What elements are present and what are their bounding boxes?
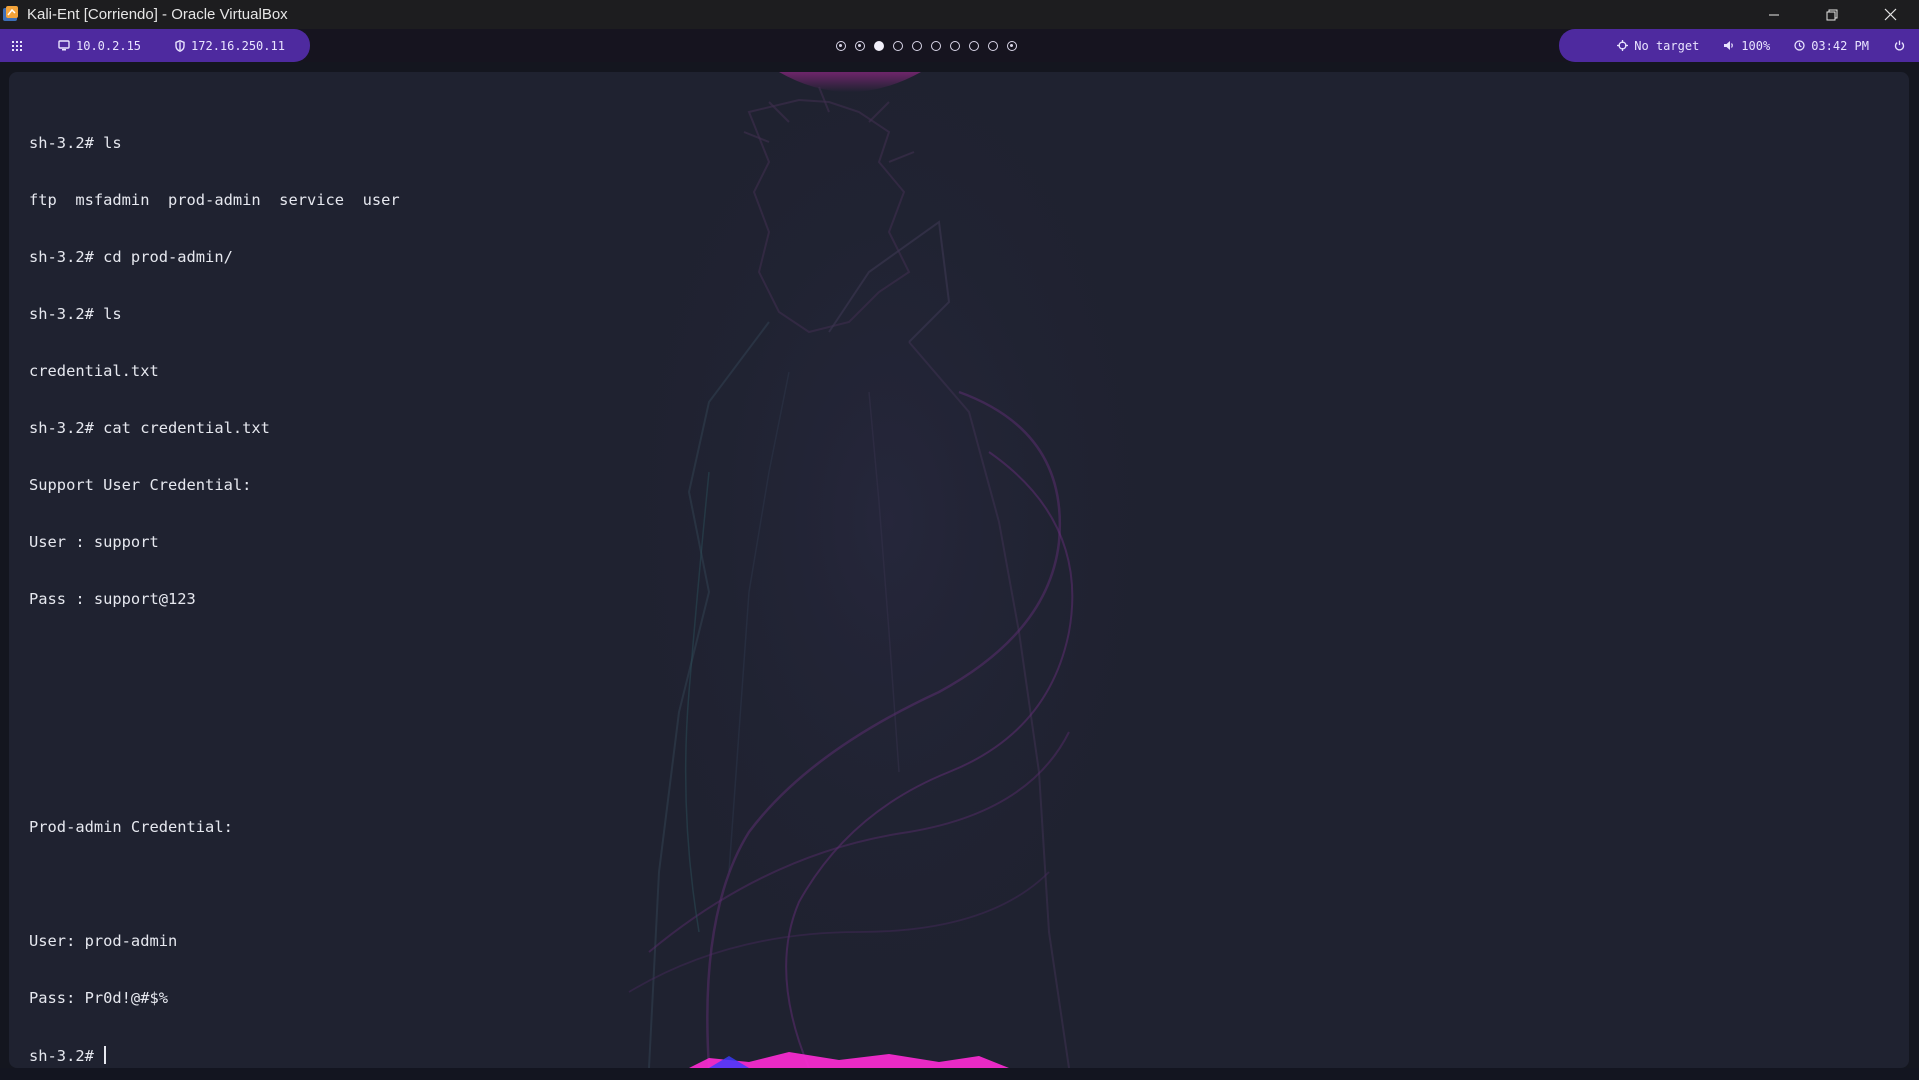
- local-ip-module: 10.0.2.15: [34, 29, 155, 62]
- target-status: No target: [1634, 38, 1700, 53]
- terminal-prompt: sh-3.2#: [29, 1047, 104, 1065]
- clock-icon: [1794, 40, 1805, 51]
- crosshair-icon: [1617, 40, 1629, 51]
- power-icon: [1894, 40, 1904, 51]
- minimize-button[interactable]: [1745, 0, 1803, 29]
- terminal-line: sh-3.2# ls: [29, 305, 122, 323]
- workspace-switcher: [836, 29, 1017, 62]
- terminal-output: sh-3.2# ls ftp msfadmin prod-admin servi…: [29, 96, 400, 1068]
- text-cursor: [104, 1046, 107, 1064]
- workspace-3-active[interactable]: [874, 40, 884, 51]
- power-button[interactable]: [1881, 29, 1919, 62]
- terminal-line: Support User Credential:: [29, 476, 252, 494]
- workspace-2[interactable]: [855, 40, 865, 51]
- window-titlebar: Kali-Ent [Corriendo] - Oracle VirtualBox: [0, 0, 1919, 29]
- terminal-line: User: prod-admin: [29, 932, 178, 950]
- workspace-9[interactable]: [988, 40, 998, 51]
- workspace-10[interactable]: [1007, 40, 1017, 51]
- terminal-line: User : support: [29, 533, 159, 551]
- workspace-5[interactable]: [912, 40, 922, 51]
- desktop-bottom-edge: [0, 1068, 1919, 1080]
- terminal-line: ftp msfadmin prod-admin service user: [29, 191, 400, 209]
- restore-button[interactable]: [1803, 0, 1861, 29]
- terminal-line: credential.txt: [29, 362, 159, 380]
- grid-icon: [12, 40, 22, 51]
- system-pill: No target 100% 03:42 PM: [1559, 29, 1919, 62]
- menu-button[interactable]: [0, 40, 34, 51]
- workspace-6[interactable]: [931, 40, 941, 51]
- clock-module: 03:42 PM: [1782, 29, 1881, 62]
- clock-time: 03:42 PM: [1811, 38, 1869, 53]
- window-title: Kali-Ent [Corriendo] - Oracle VirtualBox: [27, 6, 288, 23]
- monitor-icon: [58, 40, 70, 51]
- workspace-1[interactable]: [836, 40, 846, 51]
- status-bar: 10.0.2.15 172.16.250.11 No target 100% 0…: [0, 29, 1919, 62]
- terminal-line: Pass : support@123: [29, 590, 196, 608]
- close-button[interactable]: [1861, 0, 1919, 29]
- target-module[interactable]: No target: [1605, 29, 1711, 62]
- vpn-ip: 172.16.250.11: [191, 38, 285, 53]
- terminal-line: sh-3.2# cd prod-admin/: [29, 248, 233, 266]
- terminal-window[interactable]: sh-3.2# ls ftp msfadmin prod-admin servi…: [9, 72, 1909, 1068]
- terminal-line: sh-3.2# ls: [29, 134, 122, 152]
- virtualbox-app-icon: [2, 5, 21, 24]
- minimize-icon: [1769, 14, 1779, 15]
- terminal-line: Prod-admin Credential:: [29, 818, 233, 836]
- volume-level: 100%: [1741, 38, 1771, 53]
- workspace-8[interactable]: [969, 40, 979, 51]
- local-ip: 10.0.2.15: [76, 38, 142, 53]
- shield-icon: [175, 39, 185, 52]
- terminal-line: sh-3.2# cat credential.txt: [29, 419, 270, 437]
- vpn-ip-module: 172.16.250.11: [155, 29, 299, 62]
- network-pill: 10.0.2.15 172.16.250.11: [0, 29, 310, 62]
- restore-icon: [1826, 9, 1838, 20]
- speaker-icon: [1724, 41, 1734, 50]
- workspace-7[interactable]: [950, 40, 960, 51]
- terminal-prompt-line[interactable]: sh-3.2#: [29, 1046, 400, 1065]
- workspace-4[interactable]: [893, 40, 903, 51]
- close-icon: [1884, 8, 1896, 21]
- volume-module[interactable]: 100%: [1711, 29, 1782, 62]
- terminal-line: Pass: Pr0d!@#$%: [29, 989, 168, 1007]
